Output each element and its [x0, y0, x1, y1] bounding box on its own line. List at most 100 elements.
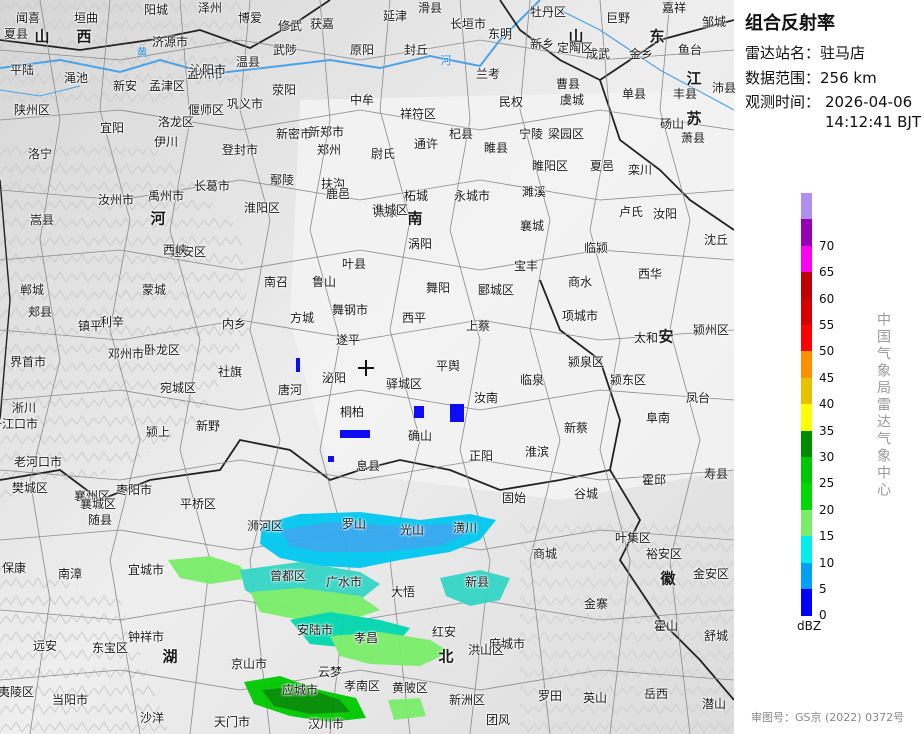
place-label: 罗田: [537, 689, 563, 703]
province-label-shanxi-2: 西: [76, 27, 92, 46]
place-label: 获嘉: [309, 17, 335, 31]
legend-label: 40: [819, 397, 835, 412]
place-label: 巩义市: [226, 97, 264, 111]
place-label: 登封市: [221, 143, 259, 157]
place-label: 谷城: [573, 487, 599, 501]
observation-clock: 14:12:41 BJT: [825, 113, 922, 131]
province-label-shanxi-1: 山: [34, 27, 50, 46]
place-label: 颍上: [145, 425, 171, 439]
legend-label: 35: [819, 423, 835, 438]
place-label: 兰考: [475, 67, 501, 81]
place-label: 红安: [431, 625, 457, 639]
place-label: 枣阳市: [115, 483, 153, 497]
place-label: 叶县: [341, 257, 367, 271]
province-label-henan-2: 南: [407, 209, 423, 228]
legend-label: 70: [819, 238, 835, 253]
place-label: 孟津区: [148, 79, 186, 93]
place-label: 单县: [621, 87, 647, 101]
place-label: 新野: [195, 419, 221, 433]
place-label: 新安: [112, 79, 138, 93]
place-label: 邹城: [701, 15, 727, 29]
place-label: 黄陂区: [391, 681, 429, 695]
legend-label: 65: [819, 265, 835, 280]
data-range: 数据范围：256 km: [745, 69, 877, 87]
place-label: 谯城区: [371, 203, 409, 217]
place-label: 唐河: [277, 383, 303, 397]
legend-swatch: [801, 351, 812, 379]
place-label: 商水: [567, 275, 593, 289]
place-label: 项城市: [561, 309, 599, 323]
place-label: 邓州市: [107, 347, 145, 361]
place-label: 西峡: [162, 243, 188, 257]
place-label: 荥阳: [271, 83, 297, 97]
place-label: 阳城: [143, 3, 169, 17]
place-label: 太和: [633, 331, 659, 345]
place-label: 涡阳: [407, 237, 433, 251]
place-label: 武陟: [272, 43, 298, 57]
legend-label: 50: [819, 344, 835, 359]
place-label: 修武: [277, 19, 303, 33]
place-label: 南召: [263, 275, 289, 289]
place-label: 夷陵区: [0, 685, 35, 699]
place-label: 鱼台: [677, 43, 703, 57]
place-label: 平舆: [435, 359, 461, 373]
place-label: 濉溪: [521, 185, 547, 199]
radar-map[interactable]: 山 西 河 南 湖 北 安 徽 东 江 苏 山 黄 河 闻喜 垣曲 阳城 泽州 博爱 修武…: [0, 0, 736, 734]
place-label: 西平: [401, 311, 427, 325]
place-label: 襄城: [519, 219, 545, 233]
place-label: 杞县: [448, 127, 474, 141]
place-label: 汉川市: [307, 717, 345, 731]
place-label: 柘城: [403, 189, 429, 203]
place-label: 洛龙区: [157, 115, 195, 129]
place-label: 淮滨: [524, 445, 550, 459]
place-label: 通许: [413, 137, 439, 151]
place-label: 睢县: [483, 141, 509, 155]
place-label: 鄢陵: [269, 173, 295, 187]
observation-date: 2026-04-06: [825, 93, 913, 111]
place-label: 定陶区: [556, 41, 594, 55]
legend-label: 20: [819, 502, 835, 517]
place-label: 正阳: [468, 449, 494, 463]
legend-label: 60: [819, 291, 835, 306]
place-label: 新县: [464, 575, 490, 589]
legend-swatch: [801, 298, 812, 326]
place-label: 钟祥市: [127, 630, 165, 644]
place-label: 确山: [407, 429, 433, 443]
place-label: 淮阳区: [243, 201, 281, 215]
place-label: 栾川: [627, 163, 653, 177]
place-label: 阜南: [645, 411, 671, 425]
legend-swatch: [801, 219, 812, 247]
place-label: 宁陵: [518, 127, 544, 141]
river-label-1: 黄: [136, 46, 148, 59]
legend-swatch: [801, 457, 812, 484]
place-label: 牡丹区: [529, 5, 567, 19]
place-label: 长葛市: [193, 179, 231, 193]
place-label: 舞阳: [425, 281, 451, 295]
province-label-shandong-1: 东: [649, 27, 665, 46]
province-label-jiangsu-1: 江: [686, 69, 702, 88]
place-label: 界首市: [9, 355, 47, 369]
legend-label: 15: [819, 529, 835, 544]
place-label: 滑县: [417, 1, 443, 15]
legend-label: 25: [819, 476, 835, 491]
place-label: 沁阳市: [189, 63, 227, 77]
place-label: 孝南区: [343, 679, 381, 693]
place-label: 萧县: [680, 131, 706, 145]
place-label: 博爱: [237, 11, 263, 25]
place-label: 洪山区: [467, 643, 505, 657]
place-label: 樊城区: [11, 481, 49, 495]
province-label-hubei-2: 北: [438, 647, 454, 666]
province-label-jiangsu-2: 苏: [686, 109, 702, 128]
place-label: 闻喜: [15, 11, 41, 25]
place-label: 蒙城: [141, 283, 167, 297]
place-label: 广水市: [325, 575, 363, 589]
place-label: 宜城市: [127, 563, 165, 577]
place-label: 丰县: [672, 87, 698, 101]
place-label: 遂平: [335, 333, 361, 347]
legend-swatch: [801, 589, 812, 616]
place-label: 陕州区: [13, 103, 51, 117]
place-label: 商城: [532, 547, 558, 561]
place-label: 潜山: [701, 697, 727, 711]
province-label-anhui-1: 安: [658, 327, 674, 346]
place-label: 远安: [32, 639, 58, 653]
